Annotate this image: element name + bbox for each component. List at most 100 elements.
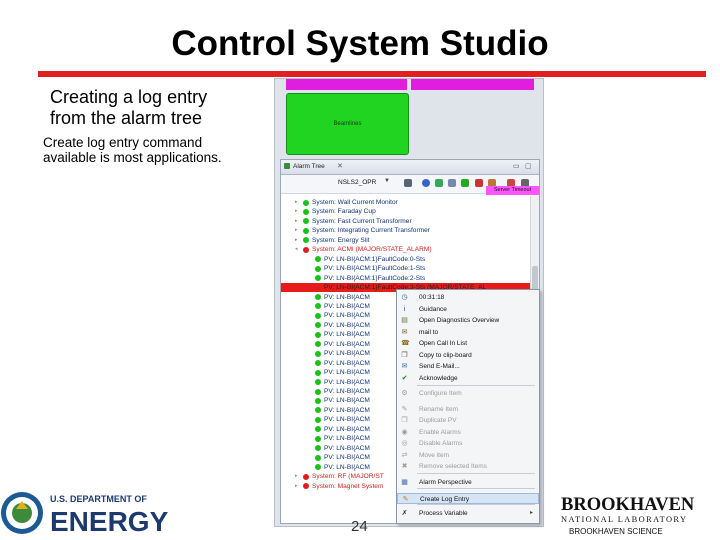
- menu-item-label: Acknowledge: [419, 374, 458, 382]
- menu-item-label: Process Variable: [419, 510, 468, 517]
- chevron-down-icon[interactable]: ▼: [384, 178, 390, 184]
- tree-row-label: PV: LN-BI{ACM:1}FaultCode:0-Sts: [324, 255, 426, 263]
- tree-row-label: PV: LN-BI{ACM: [324, 416, 370, 424]
- tree-row-label: PV: LN-BI{ACM: [324, 331, 370, 339]
- tree-row-label: PV: LN-BI{ACM: [324, 388, 370, 395]
- tree-row-label: PV: LN-BI{ACM: [324, 435, 370, 443]
- tree-pv-row[interactable]: PV: LN-BI{ACM:1}FaultCode:0-Sts: [305, 255, 531, 264]
- menu-item-label: Remove selected Items: [419, 463, 487, 470]
- expand-toggle-icon[interactable]: ▸: [295, 198, 298, 207]
- menu-item-icon: ⚙: [401, 390, 408, 397]
- menu-item-icon: ⇄: [401, 451, 408, 459]
- tree-row-label: PV: LN-BI{ACM: [324, 463, 370, 471]
- menu-item-icon: i: [403, 305, 406, 313]
- menu-item[interactable]: ✉ mail to: [397, 327, 539, 338]
- tree-system-row[interactable]: ▸ System: Fast Current Transformer: [293, 217, 531, 226]
- menu-item-label: Rename Item: [419, 405, 459, 413]
- bnl-line-2: NATIONAL LABORATORY: [561, 515, 687, 524]
- menu-item[interactable]: ▤ Open Diagnostics Overview: [397, 315, 539, 326]
- tree-system-row[interactable]: ▸ System: Energy Slit: [293, 236, 531, 245]
- expand-toggle-icon[interactable]: ▸: [295, 482, 298, 491]
- alarm-icon[interactable]: [475, 179, 483, 187]
- ok-status-icon: [303, 218, 309, 225]
- menu-item[interactable]: ⇄ Move item: [397, 450, 539, 461]
- expand-toggle-icon[interactable]: ▸: [295, 207, 298, 216]
- tree-pv-row[interactable]: PV: LN-BI{ACM:1}FaultCode:2-Sts: [305, 274, 531, 283]
- minimize-icon[interactable]: ▭: [513, 162, 520, 170]
- tree-system-row[interactable]: ▸ System: Faraday Cup: [293, 207, 531, 216]
- ok-status-icon: [315, 388, 321, 395]
- menu-item[interactable]: ☎ Open Call In List: [397, 338, 539, 349]
- close-icon[interactable]: ✕: [337, 162, 343, 170]
- menu-item[interactable]: ✎ Rename Item: [397, 404, 539, 415]
- tree-system-row[interactable]: ▸ System: Wall Current Monitor: [293, 198, 531, 207]
- menu-item[interactable]: ◷ 00:31:18: [397, 292, 539, 303]
- ok-status-icon: [315, 454, 321, 461]
- tree-row-label: PV: LN-BI{ACM:1}FaultCode:1-Sts: [324, 265, 426, 273]
- menu-item-icon: ✉: [401, 363, 408, 370]
- expand-toggle-icon[interactable]: ▸: [295, 226, 298, 235]
- title-divider: [38, 71, 706, 77]
- acknowledge-icon[interactable]: [461, 179, 469, 187]
- menu-item[interactable]: ◎ Disable Alarms: [397, 438, 539, 449]
- info-icon[interactable]: [422, 179, 430, 187]
- tree-row-label: PV: LN-BI{ACM: [324, 340, 370, 348]
- refresh-icon[interactable]: [435, 179, 443, 187]
- menu-separator: [417, 488, 535, 489]
- menu-item[interactable]: ❐ Duplicate PV: [397, 415, 539, 426]
- menu-item[interactable]: ◉ Enable Alarms: [397, 427, 539, 438]
- menu-item[interactable]: ❐ Copy to clip-board: [397, 350, 539, 361]
- note: Create log entry command available is mo…: [43, 135, 222, 165]
- magenta-tile[interactable]: [286, 79, 407, 90]
- menu-item-icon: ❐: [401, 417, 408, 424]
- tree-row-label: PV: LN-BI{ACM: [324, 406, 370, 414]
- page-title: Control System Studio: [171, 24, 549, 63]
- menu-separator: [417, 385, 535, 386]
- tree-system-row[interactable]: ▸ System: Integrating Current Transformer: [293, 226, 531, 235]
- ok-status-icon: [303, 208, 309, 215]
- tree-row-label: System: ACMI (MAJOR/STATE_ALARM): [312, 246, 432, 254]
- tree-row-label: PV: LN-BI{ACM: [324, 378, 370, 386]
- menu-item-label: Open Call In List: [419, 340, 468, 347]
- menu-item-label: Enable Alarms: [419, 428, 461, 436]
- menu-item-icon: ◷: [401, 294, 408, 301]
- menu-item-icon: ✎: [402, 495, 409, 503]
- ok-status-icon: [303, 227, 309, 234]
- config-combo[interactable]: NSLS2_OPR: [338, 179, 376, 186]
- ok-status-icon: [315, 416, 321, 423]
- menu-item[interactable]: i Guidance: [397, 304, 539, 315]
- menu-item-label: Send E-Mail...: [419, 363, 460, 370]
- beamlines-tile[interactable]: Beamlines: [286, 93, 409, 155]
- menu-item-label: Alarm Perspective: [419, 479, 472, 486]
- menu-item[interactable]: ✎ Create Log Entry: [397, 492, 539, 504]
- ok-status-icon: [315, 445, 321, 452]
- maximize-icon[interactable]: ▢: [525, 162, 532, 170]
- tree-pv-row[interactable]: PV: LN-BI{ACM:1}FaultCode:1-Sts: [305, 264, 531, 273]
- magenta-tile[interactable]: [411, 79, 534, 90]
- menu-item-icon: ▤: [401, 317, 408, 324]
- bnl-line-1: BROOKHAVEN: [561, 495, 695, 515]
- menu-item[interactable]: ✉ Send E-Mail...: [397, 361, 539, 372]
- tree-row-label: System: Faraday Cup: [312, 208, 376, 216]
- expand-toggle-icon[interactable]: ◂: [295, 245, 298, 254]
- ok-status-icon: [315, 312, 321, 319]
- menu-item[interactable]: ▦ Alarm Perspective: [397, 477, 539, 488]
- filter-icon[interactable]: [448, 179, 456, 187]
- expand-toggle-icon[interactable]: ▸: [295, 236, 298, 245]
- tree-row-label: PV: LN-BI{ACM: [324, 425, 370, 433]
- expand-toggle-icon[interactable]: ▸: [295, 472, 298, 481]
- menu-item-label: Disable Alarms: [419, 440, 463, 447]
- menu-item[interactable]: ✗ Process Variable ▸: [397, 508, 539, 519]
- menu-item[interactable]: ✔ Acknowledge: [397, 373, 539, 384]
- tree-system-row[interactable]: ◂ System: ACMI (MAJOR/STATE_ALARM): [293, 245, 531, 254]
- alarm-tree-tab[interactable]: Alarm Tree ✕ ▭ ▢: [281, 160, 539, 175]
- subtitle-line-2: from the alarm tree: [50, 108, 203, 128]
- menu-item[interactable]: ⚙ Configure Item: [397, 388, 539, 399]
- alarm-status-icon: [303, 483, 309, 489]
- tree-row-label: PV: LN-BI{ACM: [324, 369, 370, 377]
- toolbar-icon[interactable]: [404, 179, 412, 187]
- menu-item-label: Open Diagnostics Overview: [419, 317, 500, 324]
- ok-status-icon: [315, 256, 321, 263]
- expand-toggle-icon[interactable]: ▸: [295, 217, 298, 226]
- menu-item[interactable]: ✖ Remove selected Items: [397, 461, 539, 472]
